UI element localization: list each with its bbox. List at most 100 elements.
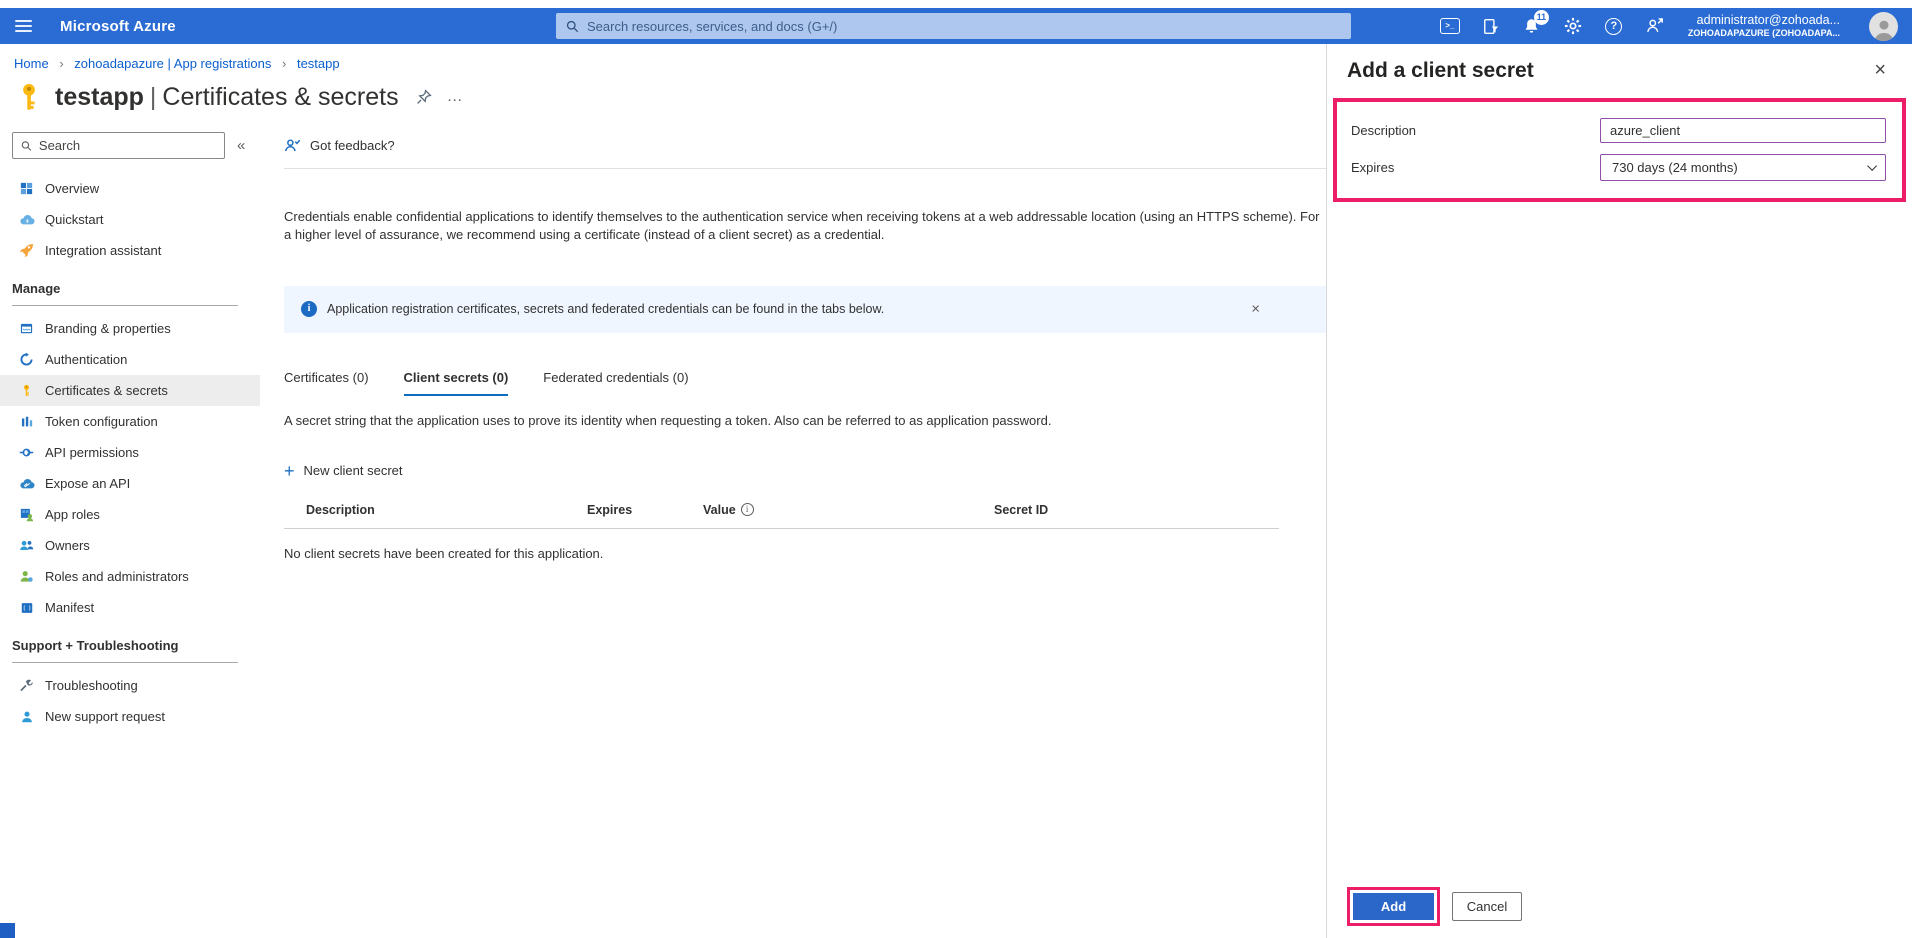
panel-title: Add a client secret	[1347, 59, 1534, 82]
search-icon	[21, 140, 32, 151]
sidebar-item-quickstart[interactable]: Quickstart	[0, 204, 260, 235]
support-person-icon	[18, 708, 35, 725]
global-search-box[interactable]	[556, 13, 1351, 39]
value-info-icon[interactable]: i	[740, 503, 754, 517]
feedback-person-icon	[284, 139, 301, 152]
breadcrumb-separator: ›	[281, 56, 287, 71]
add-button-annotation-box: Add	[1347, 887, 1440, 926]
client-secret-description-text: A secret string that the application use…	[284, 412, 1052, 428]
content-columns: « Overview Quickstart	[0, 120, 1326, 732]
nav-item-label: Overview	[45, 181, 100, 196]
nav-section-support: Support + Troubleshooting	[12, 638, 238, 663]
panel-actions: Add Cancel	[1347, 887, 1522, 926]
left-navigation: « Overview Quickstart	[0, 120, 260, 732]
toolbar-divider	[284, 168, 1326, 169]
page-title-app: testapp	[55, 82, 144, 111]
chevron-down-icon	[1866, 160, 1877, 172]
tab-federated-credentials[interactable]: Federated credentials (0)	[543, 370, 688, 396]
sidebar-item-integration-assistant[interactable]: Integration assistant	[0, 235, 260, 266]
cancel-button[interactable]: Cancel	[1452, 892, 1522, 921]
feedback-icon[interactable]	[1645, 16, 1665, 36]
breadcrumb-testapp[interactable]: testapp	[297, 56, 340, 71]
global-search-input[interactable]	[587, 18, 1341, 34]
topbar-actions: >_ 11 ? administrator@zohoada... ZOHOADA…	[1439, 10, 1912, 41]
azure-top-bar: Microsoft Azure >_ 11	[0, 8, 1912, 44]
app-roles-icon	[18, 506, 35, 523]
secrets-table-header: Description Expires Value i Secret ID	[284, 503, 1279, 529]
hamburger-icon	[14, 17, 32, 35]
sidebar-item-token-configuration[interactable]: Token configuration	[0, 406, 260, 437]
plus-icon: +	[284, 460, 295, 481]
roles-admin-person-icon	[18, 568, 35, 585]
nav-item-label: Roles and administrators	[45, 569, 189, 584]
sidebar-item-api-permissions[interactable]: API permissions	[0, 437, 260, 468]
cloud-shell-icon[interactable]: >_	[1439, 16, 1460, 36]
overview-grid-icon	[18, 180, 35, 197]
breadcrumb: Home › zohoadapazure | App registrations…	[0, 44, 1326, 73]
settings-gear-icon[interactable]	[1563, 16, 1583, 36]
page-title-separator: |	[149, 82, 157, 111]
search-icon	[566, 20, 579, 32]
more-options-button[interactable]: …	[447, 88, 464, 106]
nav-search-input[interactable]	[38, 138, 216, 153]
pin-icon[interactable]	[416, 89, 432, 105]
sidebar-item-troubleshooting[interactable]: Troubleshooting	[0, 670, 260, 701]
wrench-icon	[18, 677, 35, 694]
nav-item-label: Owners	[45, 538, 90, 553]
api-permissions-icon	[18, 444, 35, 461]
description-field-input[interactable]	[1600, 118, 1886, 143]
empty-table-message: No client secrets have been created for …	[284, 545, 604, 561]
nav-item-label: Expose an API	[45, 476, 131, 491]
add-button[interactable]: Add	[1353, 893, 1434, 920]
new-client-secret-button[interactable]: + New client secret	[284, 462, 403, 480]
expose-api-cloud-icon	[18, 475, 35, 492]
sidebar-item-expose-an-api[interactable]: Expose an API	[0, 468, 260, 499]
nav-section-manage: Manage	[12, 281, 238, 306]
sidebar-item-certificates-secrets[interactable]: Certificates & secrets	[0, 375, 260, 406]
expires-selected-value: 730 days (24 months)	[1612, 160, 1738, 175]
branding-window-icon	[18, 320, 35, 337]
account-menu[interactable]: administrator@zohoada... ZOHOADAPAZURE (…	[1688, 13, 1840, 39]
sidebar-item-branding-properties[interactable]: Branding & properties	[0, 313, 260, 344]
sidebar-item-new-support-request[interactable]: New support request	[0, 701, 260, 732]
sidebar-item-overview[interactable]: Overview	[0, 173, 260, 204]
notifications-icon[interactable]: 11	[1522, 10, 1549, 36]
help-icon[interactable]: ?	[1604, 16, 1624, 36]
collapse-nav-button[interactable]: «	[237, 137, 245, 154]
sidebar-item-owners[interactable]: Owners	[0, 530, 260, 561]
token-bars-icon	[18, 413, 35, 430]
annotation-highlight-box: Description Expires 730 days (24 months)	[1333, 98, 1906, 202]
tab-certificates[interactable]: Certificates (0)	[284, 370, 369, 396]
content-region: Home › zohoadapazure | App registrations…	[0, 44, 1326, 938]
breadcrumb-home[interactable]: Home	[14, 56, 49, 71]
new-client-secret-label: New client secret	[303, 463, 403, 479]
account-tenant: ZOHOADAPAZURE (ZOHOADAPA...	[1687, 28, 1840, 39]
page-header: testapp | Certificates & secrets …	[0, 73, 1326, 120]
sidebar-item-manifest[interactable]: Manifest	[0, 592, 260, 623]
tab-client-secrets[interactable]: Client secrets (0)	[403, 370, 509, 396]
nav-search-box[interactable]	[12, 132, 225, 159]
nav-item-label: Manifest	[45, 600, 95, 615]
breadcrumb-app-registrations[interactable]: zohoadapazure | App registrations	[74, 56, 271, 71]
sidebar-item-roles-administrators[interactable]: Roles and administrators	[0, 561, 260, 592]
add-client-secret-panel: Add a client secret × Description Expire…	[1326, 44, 1912, 938]
nav-item-label: App roles	[45, 507, 100, 522]
breadcrumb-separator: ›	[59, 56, 64, 71]
nav-item-label: API permissions	[45, 445, 139, 460]
banner-close-icon[interactable]: ×	[1251, 301, 1260, 318]
nav-item-label: Token configuration	[45, 414, 158, 429]
col-value: Value i	[703, 503, 994, 517]
key-icon	[23, 84, 35, 110]
portal-menu-button[interactable]	[0, 8, 46, 44]
expires-dropdown[interactable]: 730 days (24 months)	[1600, 154, 1886, 181]
brand-title[interactable]: Microsoft Azure	[60, 18, 176, 35]
panel-close-icon[interactable]: ×	[1874, 59, 1886, 82]
sidebar-item-authentication[interactable]: Authentication	[0, 344, 260, 375]
nav-item-label: Certificates & secrets	[45, 383, 168, 398]
credentials-tabs: Certificates (0) Client secrets (0) Fede…	[284, 370, 1326, 396]
got-feedback-button[interactable]: Got feedback?	[284, 132, 395, 159]
account-email: administrator@zohoada...	[1696, 13, 1840, 28]
directory-filter-icon[interactable]	[1481, 16, 1501, 36]
sidebar-item-app-roles[interactable]: App roles	[0, 499, 260, 530]
avatar[interactable]	[1869, 11, 1898, 41]
